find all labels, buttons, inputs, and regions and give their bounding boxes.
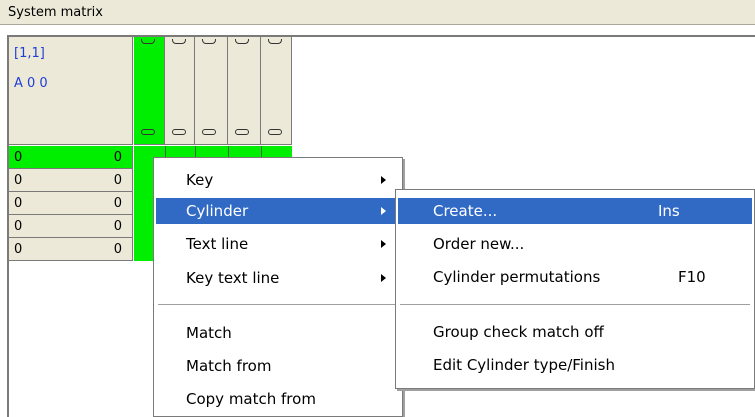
submenu-arrow-icon	[381, 274, 386, 282]
menu-item-cylinder-permutations[interactable]: Cylinder permutations F10	[398, 264, 752, 290]
cylinder-top-icon	[202, 39, 216, 44]
window-title: System matrix	[8, 5, 103, 20]
row-header-key[interactable]: 0 0	[9, 215, 133, 238]
submenu-arrow-icon	[381, 207, 386, 215]
row-left-value: 0	[14, 173, 23, 188]
menu-item-cylinder[interactable]: Cylinder	[156, 198, 400, 224]
menu-item-label: Cylinder permutations	[433, 268, 601, 286]
menu-item-label: Order new...	[433, 235, 525, 253]
corner-position: [1,1]	[14, 46, 45, 61]
menu-item-edit-cylinder-type[interactable]: Edit Cylinder type/Finish	[398, 352, 752, 378]
cylinder-top-icon	[235, 39, 249, 44]
row-right-value: 0	[113, 219, 122, 234]
row-right-value: 0	[113, 150, 122, 165]
cylinder-top-icon	[141, 39, 155, 44]
cylinder-bottom-icon	[202, 129, 216, 135]
menu-item-copy-match-from[interactable]: Copy match from	[156, 386, 400, 412]
row-header-key[interactable]: 0 0	[9, 192, 133, 215]
menu-item-key-text-line[interactable]: Key text line	[156, 265, 400, 291]
matrix-corner-cell[interactable]: [1,1] A 0 0	[9, 37, 133, 145]
menu-item-key[interactable]: Key	[156, 167, 400, 193]
row-right-value: 0	[113, 173, 122, 188]
menu-item-label: Cylinder	[186, 202, 249, 220]
menu-item-shortcut: F10	[678, 268, 706, 286]
row-header-key-selected[interactable]: 0 0	[9, 146, 133, 169]
row-right-value: 0	[113, 196, 122, 211]
menu-item-order-new[interactable]: Order new...	[398, 231, 752, 257]
cylinder-bottom-icon	[141, 129, 155, 135]
submenu-arrow-icon	[381, 240, 386, 248]
corner-code: A 0 0	[14, 76, 48, 91]
row-right-value: 0	[113, 242, 122, 257]
cylinder-bottom-icon	[172, 129, 186, 135]
cylinder-bottom-icon	[268, 129, 282, 135]
column-header-cylinder[interactable]	[195, 37, 228, 145]
menu-item-match[interactable]: Match	[156, 320, 400, 346]
cylinder-top-icon	[172, 39, 186, 44]
row-left-value: 0	[14, 150, 23, 165]
menu-item-text-line[interactable]: Text line	[156, 231, 400, 257]
cylinder-top-icon	[268, 39, 282, 44]
column-header-cylinder[interactable]	[165, 37, 195, 145]
menu-item-match-from[interactable]: Match from	[156, 353, 400, 379]
menu-item-shortcut: Ins	[658, 202, 680, 220]
cylinder-bottom-icon	[235, 129, 249, 135]
column-header-cylinder[interactable]	[261, 37, 292, 145]
cylinder-submenu: Create... Ins Order new... Cylinder perm…	[395, 189, 755, 389]
row-left-value: 0	[14, 196, 23, 211]
row-header-key[interactable]: 0 0	[9, 169, 133, 192]
context-menu: Key Cylinder Text line Key text line Mat…	[153, 157, 403, 417]
menu-item-label: Key	[186, 171, 214, 189]
row-left-value: 0	[14, 219, 23, 234]
column-header-cylinder-selected[interactable]	[134, 37, 165, 145]
submenu-arrow-icon	[381, 176, 386, 184]
menu-item-label: Group check match off	[433, 323, 604, 341]
menu-item-label: Copy match from	[186, 390, 316, 408]
menu-separator	[158, 304, 398, 306]
menu-item-label: Match	[186, 324, 232, 342]
row-left-value: 0	[14, 242, 23, 257]
menu-item-label: Create...	[433, 202, 498, 220]
window-title-bar: System matrix	[0, 0, 755, 25]
menu-separator	[400, 304, 750, 306]
row-header-key[interactable]: 0 0	[9, 238, 133, 261]
menu-item-label: Match from	[186, 357, 272, 375]
menu-item-label: Edit Cylinder type/Finish	[433, 356, 615, 374]
menu-item-group-check-match-off[interactable]: Group check match off	[398, 319, 752, 345]
column-header-cylinder[interactable]	[228, 37, 261, 145]
menu-item-label: Key text line	[186, 269, 280, 287]
menu-item-label: Text line	[186, 235, 249, 253]
menu-item-create[interactable]: Create... Ins	[398, 198, 752, 224]
